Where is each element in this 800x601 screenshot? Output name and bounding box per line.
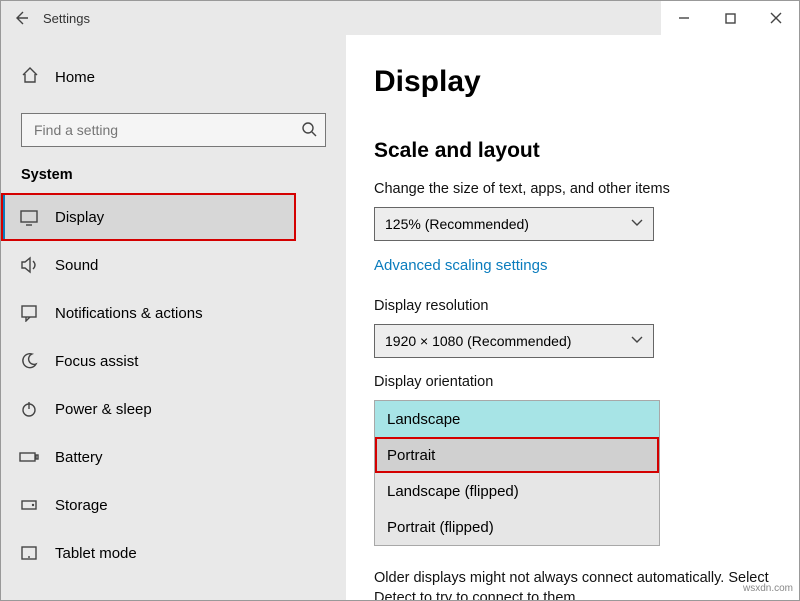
maximize-icon (725, 13, 736, 24)
home-icon (21, 66, 39, 88)
search-box[interactable] (21, 113, 326, 147)
home-label: Home (55, 69, 95, 86)
advanced-scaling-link[interactable]: Advanced scaling settings (374, 257, 547, 274)
battery-icon (19, 447, 39, 467)
resolution-value: 1920 × 1080 (Recommended) (385, 333, 571, 349)
orientation-option-landscape[interactable]: Landscape (375, 401, 659, 437)
back-button[interactable] (1, 1, 41, 35)
section-system: System (1, 167, 346, 193)
maximize-button[interactable] (707, 1, 753, 35)
detect-note: Older displays might not always connect … (374, 568, 771, 600)
sidebar-item-battery[interactable]: Battery (1, 433, 346, 481)
option-label: Portrait (flipped) (387, 519, 494, 536)
sidebar-item-label: Storage (55, 497, 108, 514)
orientation-option-landscape-flipped[interactable]: Landscape (flipped) (375, 473, 659, 509)
orientation-option-portrait-flipped[interactable]: Portrait (flipped) (375, 509, 659, 545)
section-scale-layout: Scale and layout (374, 139, 771, 163)
minimize-button[interactable] (661, 1, 707, 35)
arrow-left-icon (13, 10, 29, 26)
sidebar-item-power-sleep[interactable]: Power & sleep (1, 385, 346, 433)
chevron-down-icon (631, 218, 643, 230)
scale-value: 125% (Recommended) (385, 216, 529, 232)
sound-icon (19, 255, 39, 275)
sidebar-item-label: Tablet mode (55, 545, 137, 562)
minimize-icon (678, 12, 690, 24)
notifications-icon (19, 303, 39, 323)
option-label: Landscape (flipped) (387, 483, 519, 500)
sidebar-item-storage[interactable]: Storage (1, 481, 346, 529)
search-icon (301, 121, 317, 140)
sidebar: Home System Display (1, 35, 346, 600)
titlebar: Settings (1, 1, 799, 35)
sidebar-item-label: Focus assist (55, 353, 138, 370)
close-button[interactable] (753, 1, 799, 35)
window-controls (661, 1, 799, 35)
sidebar-item-sound[interactable]: Sound (1, 241, 346, 289)
power-icon (19, 399, 39, 419)
sidebar-item-focus-assist[interactable]: Focus assist (1, 337, 346, 385)
page-title: Display (374, 65, 771, 99)
sidebar-item-notifications[interactable]: Notifications & actions (1, 289, 346, 337)
scale-label: Change the size of text, apps, and other… (374, 181, 771, 197)
storage-icon (19, 495, 39, 515)
sidebar-item-tablet-mode[interactable]: Tablet mode (1, 529, 346, 577)
orientation-option-portrait[interactable]: Portrait (375, 437, 659, 473)
close-icon (770, 12, 782, 24)
resolution-combo[interactable]: 1920 × 1080 (Recommended) (374, 324, 654, 358)
main-panel: Display Scale and layout Change the size… (346, 35, 799, 600)
display-icon (19, 207, 39, 227)
settings-window: Settings Home (0, 0, 800, 601)
nav-list: Display Sound Notifications & actions (1, 193, 346, 577)
moon-icon (19, 351, 39, 371)
orientation-listbox[interactable]: Landscape Portrait Landscape (flipped) P… (374, 400, 660, 546)
home-link[interactable]: Home (1, 57, 346, 97)
resolution-label: Display resolution (374, 298, 771, 314)
sidebar-item-label: Notifications & actions (55, 305, 203, 322)
option-label: Landscape (387, 411, 460, 428)
watermark: wsxdn.com (743, 583, 793, 594)
sidebar-item-label: Sound (55, 257, 98, 274)
tablet-icon (19, 543, 39, 563)
scale-combo[interactable]: 125% (Recommended) (374, 207, 654, 241)
sidebar-item-display[interactable]: Display (1, 193, 296, 241)
sidebar-item-label: Power & sleep (55, 401, 152, 418)
sidebar-item-label: Battery (55, 449, 103, 466)
window-title: Settings (41, 11, 90, 26)
chevron-down-icon (631, 335, 643, 347)
sidebar-item-label: Display (55, 209, 104, 226)
search-input[interactable] (32, 121, 301, 139)
option-label: Portrait (387, 447, 435, 464)
orientation-label: Display orientation (374, 374, 771, 390)
